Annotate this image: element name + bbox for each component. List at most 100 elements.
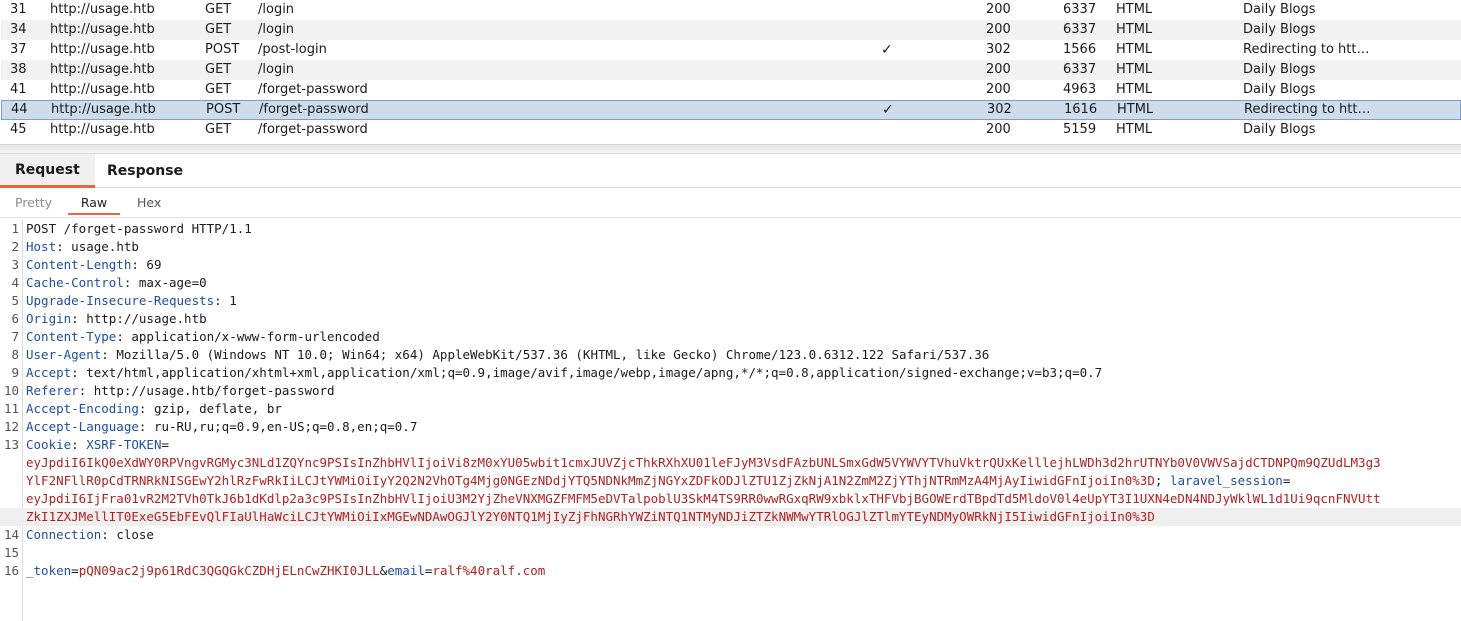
body-param-value: ralf%40ralf.com xyxy=(432,563,546,578)
row-url: /forget-password xyxy=(258,122,368,137)
code-text: Content-Type: application/x-www-form-url… xyxy=(26,329,380,344)
code-line: 3 Content-Length: 69 xyxy=(0,256,1461,274)
tab-pretty[interactable]: Pretty xyxy=(15,195,52,210)
code-text: Upgrade-Insecure-Requests: 1 xyxy=(26,293,237,308)
code-line: 15 xyxy=(0,544,1461,562)
header-value: gzip, deflate, br xyxy=(153,401,282,416)
row-host: http://usage.htb xyxy=(50,62,155,77)
row-mime-type: HTML xyxy=(1116,82,1153,97)
code-text: eyJpdiI6IjFra01vR2M2TVh0TkJ6b1dKdlp2a3c9… xyxy=(26,490,1381,508)
row-url: /forget-password xyxy=(259,102,369,117)
header-value: http://usage.htb/forget-password xyxy=(93,383,335,398)
row-number: 34 xyxy=(10,22,27,37)
code-text: Cache-Control: max-age=0 xyxy=(26,275,207,290)
header-name: Content-Type xyxy=(26,329,117,344)
cookie-value: YlF2NFllR0pCdTRNRkNISGEwY2hlRzFwRkIiLCJt… xyxy=(26,473,1155,488)
code-text: POST /forget-password HTTP/1.1 xyxy=(26,220,252,238)
line-number: 13 xyxy=(3,437,19,452)
table-row[interactable]: 31 http://usage.htb GET/login 200 6337 HTML Da… xyxy=(1,0,1461,20)
line-number: 4 xyxy=(11,275,19,290)
line-number: 12 xyxy=(3,419,19,434)
row-number: 41 xyxy=(10,82,27,97)
row-length: 6337 xyxy=(1063,62,1097,77)
raw-request-editor[interactable]: 1 POST /forget-password HTTP/1.1 2 Host: us… xyxy=(0,219,1461,621)
row-mime-type: HTML xyxy=(1116,62,1153,77)
tab-request[interactable]: Request xyxy=(0,154,95,188)
row-status: 200 xyxy=(986,22,1011,37)
code-text: Origin: http://usage.htb xyxy=(26,311,207,326)
code-line: eyJpdiI6IjFra01vR2M2TVh0TkJ6b1dKdlp2a3c9… xyxy=(0,490,1461,508)
code-text: Content-Length: 69 xyxy=(26,257,162,272)
header-name: User-Agent xyxy=(26,347,102,362)
row-mime-type: HTML xyxy=(1116,2,1153,17)
row-page-title: Daily Blogs xyxy=(1243,2,1316,17)
code-line: 13 Cookie: XSRF-TOKEN= xyxy=(0,436,1461,454)
code-line: 1 POST /forget-password HTTP/1.1 xyxy=(0,220,1461,238)
row-length: 6337 xyxy=(1063,22,1097,37)
header-name: Accept-Language xyxy=(26,419,139,434)
code-line: 16 _token=pQN09ac2j9p61RdC3QGQGkCZDHjELnC… xyxy=(0,562,1461,580)
row-page-title: Daily Blogs xyxy=(1243,62,1316,77)
code-text: ZkI1ZXJMellIT0ExeG5EbFEvQlFIaUlHaWciLCJt… xyxy=(26,508,1155,526)
code-line: 6 Origin: http://usage.htb xyxy=(0,310,1461,328)
header-value: application/x-www-form-urlencoded xyxy=(131,329,380,344)
tab-hex[interactable]: Hex xyxy=(137,195,161,210)
row-mime-type: HTML xyxy=(1116,122,1153,137)
table-row[interactable]: 44 http://usage.htb POST/forget-password ✓ 3… xyxy=(1,100,1461,120)
header-value: text/html,application/xhtml+xml,applicat… xyxy=(86,365,1103,380)
code-line: 11 Accept-Encoding: gzip, deflate, br xyxy=(0,400,1461,418)
row-url: /login xyxy=(258,62,295,77)
code-text: Referer: http://usage.htb/forget-passwor… xyxy=(26,383,335,398)
code-line: 9 Accept: text/html,application/xhtml+xml… xyxy=(0,364,1461,382)
row-number: 37 xyxy=(10,42,27,57)
header-value: 69 xyxy=(146,257,162,272)
table-row[interactable]: 45 http://usage.htb GET/forget-password 200… xyxy=(1,120,1461,140)
row-length: 5159 xyxy=(1063,122,1097,137)
row-page-title: Daily Blogs xyxy=(1243,122,1316,137)
tab-response[interactable]: Response xyxy=(92,154,198,188)
line-number: 14 xyxy=(3,527,19,542)
header-name: Connection xyxy=(26,527,102,542)
line-number: 3 xyxy=(11,257,19,272)
code-line: 2 Host: usage.htb xyxy=(0,238,1461,256)
code-text: eyJpdiI6IkQ0eXdWY0RPVngvRGMyc3NLd1ZQYnc9… xyxy=(26,454,1381,472)
row-host: http://usage.htb xyxy=(50,82,155,97)
table-row[interactable]: 38 http://usage.htb GET/login 200 6337 HTML Da… xyxy=(1,60,1461,80)
code-text: Host: usage.htb xyxy=(26,239,139,254)
row-page-title: Daily Blogs xyxy=(1243,82,1316,97)
header-value: usage.htb xyxy=(71,239,139,254)
row-page-title: Redirecting to htt… xyxy=(1244,102,1371,117)
header-value: max-age=0 xyxy=(138,275,207,290)
cookie-name: laravel_session xyxy=(1169,473,1283,488)
row-url: /login xyxy=(258,2,295,17)
header-value: close xyxy=(116,527,154,542)
row-edited-checkmark: ✓ xyxy=(881,42,893,58)
tab-raw[interactable]: Raw xyxy=(68,195,120,215)
row-method: POST xyxy=(205,42,240,57)
table-row[interactable]: 37 http://usage.htb POST/post-login ✓ 302 156… xyxy=(1,40,1461,60)
row-status: 302 xyxy=(987,102,1012,117)
row-host: http://usage.htb xyxy=(50,2,155,17)
row-url: /login xyxy=(258,22,295,37)
row-method: POST xyxy=(206,102,241,117)
body-param-value: pQN09ac2j9p61RdC3QGQGkCZDHjELnCwZHKI0JLL xyxy=(78,563,380,578)
line-number: 10 xyxy=(3,383,19,398)
table-row[interactable]: 34 http://usage.htb GET/login 200 6337 HTML Da… xyxy=(1,20,1461,40)
code-line: 8 User-Agent: Mozilla/5.0 (Windows NT 10.… xyxy=(0,346,1461,364)
row-method: GET xyxy=(205,2,232,17)
header-value: 1 xyxy=(229,293,237,308)
line-number: 15 xyxy=(3,545,19,560)
line-number: 6 xyxy=(11,311,19,326)
header-value: http://usage.htb xyxy=(86,311,207,326)
proxy-history-table: 31 http://usage.htb GET/login 200 6337 HTML Da… xyxy=(0,0,1461,146)
row-length: 6337 xyxy=(1063,2,1097,17)
code-line: 12 Accept-Language: ru-RU,ru;q=0.9,en-US;… xyxy=(0,418,1461,436)
line-number: 5 xyxy=(11,293,19,308)
row-url: /post-login xyxy=(258,42,327,57)
table-row[interactable]: 41 http://usage.htb GET/forget-password 200… xyxy=(1,80,1461,100)
code-line: 5 Upgrade-Insecure-Requests: 1 xyxy=(0,292,1461,310)
header-name: Accept-Encoding xyxy=(26,401,139,416)
row-number: 44 xyxy=(11,102,28,117)
line-number: 8 xyxy=(11,347,19,362)
line-number: 1 xyxy=(11,221,19,236)
